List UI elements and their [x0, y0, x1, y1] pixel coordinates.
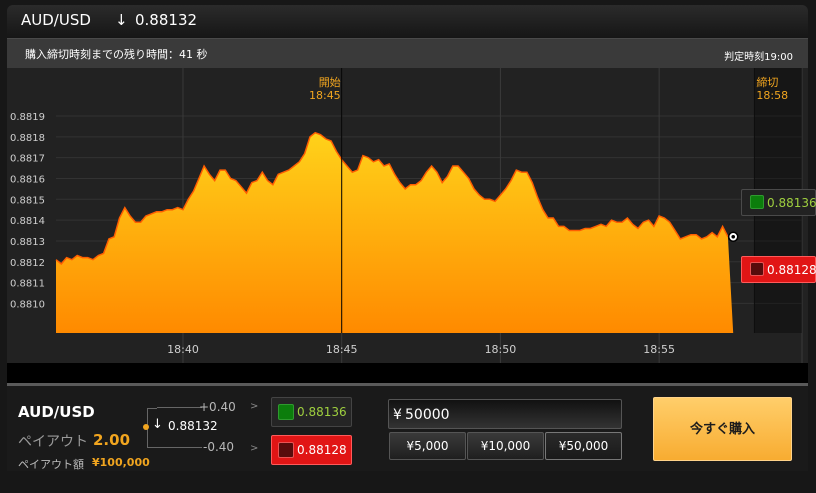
- marker-time-label: 18:58: [756, 89, 788, 102]
- y-tick-label: 0.8810: [10, 299, 45, 310]
- chevron-right-icon: >: [250, 443, 259, 454]
- y-tick-label: 0.8813: [10, 237, 45, 248]
- x-tick-label: 18:45: [326, 343, 358, 356]
- range-line-top: [157, 407, 202, 408]
- down-arrow-icon: [278, 442, 294, 458]
- amount-value: 50000: [405, 407, 450, 423]
- y-tick-label: 0.8819: [10, 112, 45, 123]
- upper-range-offset: +0.40: [199, 400, 236, 414]
- order-panel: AUD/USD ペイアウト 2.00 ペイアウト額 ¥100,000 ↓ 0.8…: [7, 386, 808, 471]
- x-tick-label: 18:50: [485, 343, 517, 356]
- buy-low-button[interactable]: 0.88128: [271, 435, 352, 465]
- lower-range-offset: -0.40: [203, 440, 235, 454]
- order-currency-pair: AUD/USD: [18, 403, 95, 421]
- judge-time: 判定時刻19:00: [724, 52, 793, 63]
- payout-label: ペイアウト: [18, 434, 88, 450]
- up-arrow-icon: [278, 404, 294, 420]
- y-tick-label: 0.8818: [10, 133, 45, 144]
- amount-preset-50000-button[interactable]: ¥50,000: [545, 432, 622, 460]
- marker-time-label: 18:45: [309, 89, 341, 102]
- y-tick-label: 0.8817: [10, 154, 45, 165]
- chart-down-quote-value: 0.88128: [767, 263, 816, 277]
- y-tick-label: 0.8811: [10, 279, 45, 290]
- x-tick-label: 18:40: [167, 343, 199, 356]
- chevron-right-icon: >: [250, 401, 259, 412]
- payout-amount-label: ペイアウト額: [18, 458, 84, 471]
- price-chart-svg: 0.8819 0.8818 0.8817 0.8816 0.8815 0.8814 0.88…: [10, 68, 803, 363]
- chart-buy-up-quote[interactable]: 0.88136: [741, 189, 816, 216]
- trading-app: AUD/USD ↓ 0.88132 購入締切時刻までの残り時間：41 秒 判定時…: [0, 0, 816, 493]
- current-rate-dot: [143, 424, 149, 430]
- amount-preset-5000-button[interactable]: ¥5,000: [389, 432, 466, 460]
- range-line-bottom: [157, 447, 202, 448]
- current-price-point-center: [731, 234, 736, 239]
- amount-preset-10000-button[interactable]: ¥10,000: [467, 432, 544, 460]
- y-tick-label: 0.8815: [10, 195, 45, 206]
- title-bar: AUD/USD ↓ 0.88132: [7, 5, 808, 38]
- low-quote-value: 0.88128: [297, 443, 347, 457]
- payout-value: 2.00: [93, 431, 131, 449]
- price-down-arrow-icon: ↓: [115, 11, 128, 29]
- x-tick-label: 18:55: [643, 343, 675, 356]
- buy-high-button[interactable]: 0.88136: [271, 397, 352, 427]
- price-chart: 0.8819 0.8818 0.8817 0.8816 0.8815 0.8814 0.88…: [7, 68, 808, 378]
- chart-footer-band: [7, 363, 808, 383]
- currency-pair-title: AUD/USD: [21, 11, 91, 29]
- down-arrow-icon: [750, 262, 764, 276]
- y-tick-label: 0.8812: [10, 258, 45, 269]
- chart-buy-down-quote[interactable]: 0.88128: [741, 256, 816, 283]
- price-area: [56, 132, 734, 333]
- chart-up-quote-value: 0.88136: [767, 196, 816, 210]
- marker-label: 締切: [756, 75, 778, 89]
- buy-now-button[interactable]: 今すぐ購入: [653, 397, 792, 461]
- current-rate: 0.88132: [168, 419, 218, 433]
- rate-down-arrow-icon: ↓: [152, 417, 163, 432]
- high-quote-value: 0.88136: [297, 405, 347, 419]
- current-price: 0.88132: [135, 11, 198, 29]
- amount-input[interactable]: ¥ 50000: [388, 399, 622, 429]
- y-tick-label: 0.8814: [10, 216, 45, 227]
- info-bar: 購入締切時刻までの残り時間：41 秒 判定時刻19:00: [7, 38, 808, 68]
- y-tick-label: 0.8816: [10, 174, 45, 185]
- marker-label: 開始: [319, 75, 341, 89]
- remaining-time: 購入締切時刻までの残り時間：41 秒: [25, 48, 208, 61]
- yen-symbol: ¥: [393, 407, 402, 423]
- payout-amount-value: ¥100,000: [92, 456, 150, 469]
- up-arrow-icon: [750, 195, 764, 209]
